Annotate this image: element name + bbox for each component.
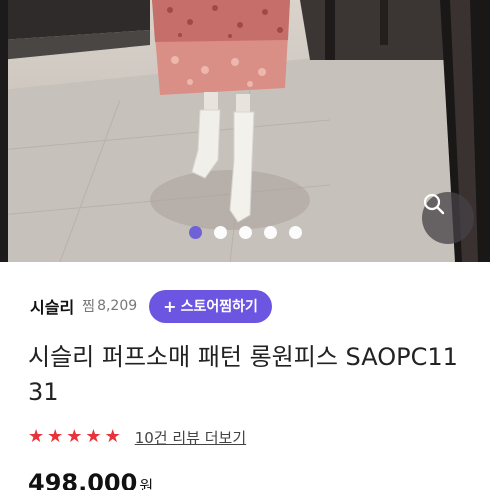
store-fav-label: 찜 xyxy=(82,299,96,315)
price-row: 498,000 원 xyxy=(28,469,153,490)
product-photo-gallery[interactable] xyxy=(0,0,490,262)
price: 498,000 xyxy=(28,469,138,490)
store-name[interactable]: 시슬리 xyxy=(30,294,74,318)
store-row: 시슬리 찜 8,209 + 스토어찜하기 xyxy=(30,289,272,323)
price-currency: 원 xyxy=(139,477,154,490)
product-photo xyxy=(0,0,490,262)
star-icon: ★ xyxy=(85,426,102,447)
carousel-indicator xyxy=(189,226,302,239)
product-info: 시슬리 찜 8,209 + 스토어찜하기 시슬리 퍼프소매 패턴 롱원피스 SAO… xyxy=(0,262,490,490)
star-icon: ★ xyxy=(66,426,83,447)
store-fav-button[interactable]: + 스토어찜하기 xyxy=(149,289,272,323)
rating-row: ★ ★ ★ ★ ★ 10건 리뷰 더보기 xyxy=(28,425,246,449)
star-icon: ★ xyxy=(47,426,64,447)
store-fav-number: 8,209 xyxy=(97,298,138,314)
carousel-dot-4[interactable] xyxy=(264,226,277,239)
store-fav-count: 찜 8,209 xyxy=(82,296,137,316)
store-fav-button-label: 스토어찜하기 xyxy=(180,299,258,315)
review-link[interactable]: 10건 리뷰 더보기 xyxy=(135,427,246,448)
carousel-dot-5[interactable] xyxy=(289,226,302,239)
search-icon xyxy=(423,193,445,215)
carousel-dot-1[interactable] xyxy=(189,226,202,239)
star-icon: ★ xyxy=(104,426,121,447)
carousel-dot-2[interactable] xyxy=(214,226,227,239)
star-rating: ★ ★ ★ ★ ★ xyxy=(28,428,121,446)
carousel-dot-3[interactable] xyxy=(239,226,252,239)
star-icon: ★ xyxy=(28,426,45,447)
plus-icon: + xyxy=(163,296,177,316)
product-title: 시슬리 퍼프소매 패턴 롱원피스 SAOPC1131 xyxy=(28,343,458,406)
zoom-button[interactable] xyxy=(422,192,474,244)
